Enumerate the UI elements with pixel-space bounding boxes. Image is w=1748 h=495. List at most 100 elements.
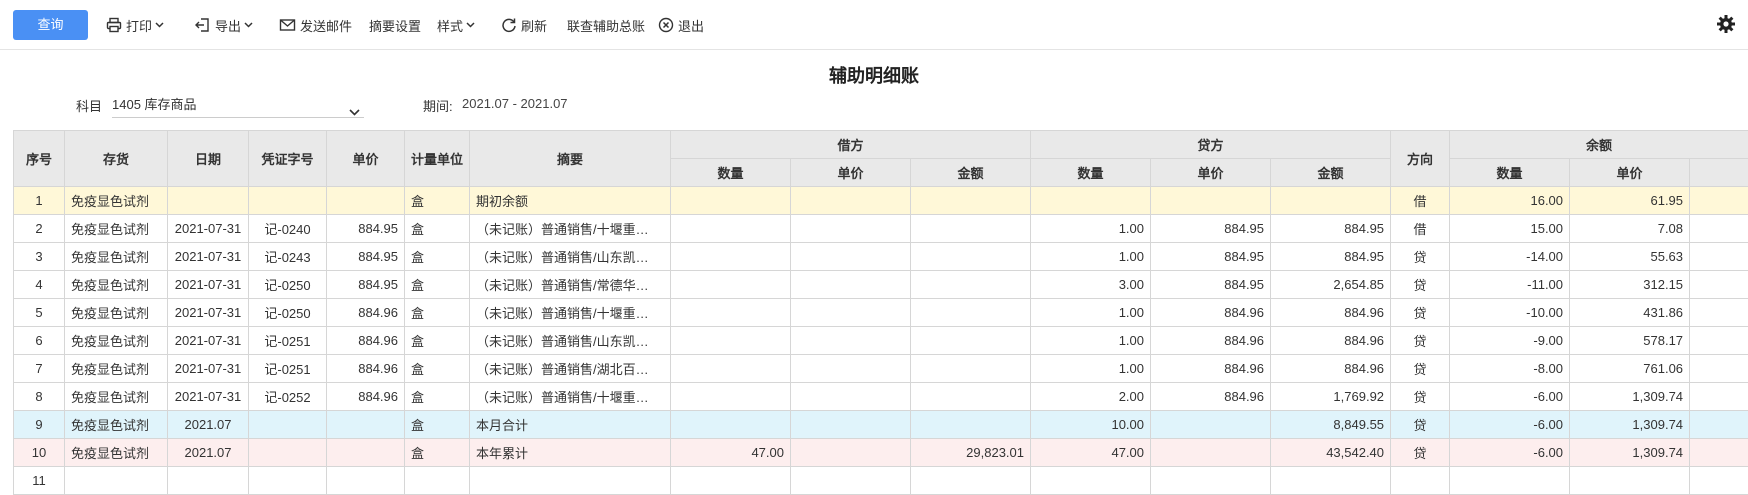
header-credit-amount[interactable]: 金额 [1270,158,1392,187]
header-seq[interactable]: 序号 [13,130,65,187]
cell-balance-qty: -6.00 [1449,382,1571,411]
cell-balance-extra [1689,326,1748,355]
cell-balance-price: 1,309.74 [1569,438,1691,467]
header-unit[interactable]: 计量单位 [404,130,470,187]
chevron-down-icon [466,22,475,28]
table-row[interactable]: 11 [13,466,1748,495]
cell-balance-qty: -6.00 [1449,410,1571,439]
cell-balance-extra [1689,354,1748,383]
cell-debit-amount [909,326,1032,355]
header-balance-qty[interactable]: 数量 [1449,158,1571,187]
refresh-button[interactable]: 刷新 [501,0,547,50]
table-row[interactable]: 8 免疫显色试剂 2021-07-31 记-0252 884.96 盒（未记账）普通销售/… [13,382,1748,411]
cell-balance-price: 578.17 [1569,326,1691,355]
cell-date: 2021-07-31 [167,354,249,383]
header-debit-price[interactable]: 单价 [790,158,911,187]
cell-credit-qty: 47.00 [1030,438,1152,467]
style-menu[interactable]: 样式 [437,0,475,50]
cell-voucher[interactable]: 记-0250 [248,298,327,327]
exit-button[interactable]: 退出 [658,0,704,50]
cell-voucher[interactable]: 记-0251 [248,326,327,355]
header-unit-price[interactable]: 单价 [326,130,405,187]
table-row[interactable]: 5 免疫显色试剂 2021-07-31 记-0250 884.96 盒（未记账）普通销售/… [13,298,1748,327]
export-menu[interactable]: 导出 [195,0,253,50]
cell-inventory: 免疫显色试剂 [64,354,168,383]
chevron-down-icon [244,22,253,28]
header-inventory[interactable]: 存货 [64,130,168,187]
cell-voucher[interactable]: 记-0240 [248,214,327,243]
table-row[interactable]: 6 免疫显色试剂 2021-07-31 记-0251 884.96 盒（未记账）普通销售/… [13,326,1748,355]
cell-voucher[interactable]: 记-0250 [248,270,327,299]
cell-inventory: 免疫显色试剂 [64,214,168,243]
cell-unit: 盒 [404,270,470,299]
cell-debit-price [790,354,911,383]
refresh-label: 刷新 [521,18,548,34]
cell-debit-qty [670,466,791,495]
cell-inventory: 免疫显色试剂 [64,326,168,355]
cell-balance-qty [1449,466,1571,495]
cell-seq: 8 [13,382,65,411]
print-menu[interactable]: 打印 [106,0,164,50]
table-row[interactable]: 1 免疫显色试剂 盒期初余额 借 16.00 61.95 [13,186,1748,215]
period-label: 期间: [423,99,453,114]
page-title: 辅助明细账 [829,66,919,86]
cell-balance-price: 61.95 [1569,186,1691,215]
cell-voucher[interactable]: 记-0252 [248,382,327,411]
gear-icon[interactable] [1716,14,1736,37]
cell-inventory [64,466,168,495]
cell-debit-qty [670,242,791,271]
header-balance-price[interactable]: 单价 [1569,158,1691,187]
table-row[interactable]: 4 免疫显色试剂 2021-07-31 记-0250 884.95 盒（未记账）普通销售/… [13,270,1748,299]
cell-voucher[interactable]: 记-0243 [248,242,327,271]
linked-query-button[interactable]: 联查辅助总账 [567,0,645,50]
cell-date: 2021.07 [167,438,249,467]
cell-balance-price: 7.08 [1569,214,1691,243]
table-row[interactable]: 2 免疫显色试剂 2021-07-31 记-0240 884.95 盒（未记账）普通销售/… [13,214,1748,243]
table-row[interactable]: 10 免疫显色试剂 2021.07 盒本年累计 47.00 29,823.01 47.00 4… [13,438,1748,467]
cell-credit-price [1150,410,1272,439]
cell-debit-qty [670,270,791,299]
cell-date: 2021-07-31 [167,382,249,411]
cell-credit-qty: 1.00 [1030,214,1152,243]
cell-debit-amount [909,214,1032,243]
cell-unit-price: 884.95 [326,242,405,271]
header-date[interactable]: 日期 [167,130,249,187]
cell-summary: （未记账）普通销售/十堰重… [469,214,671,243]
table-row[interactable]: 9 免疫显色试剂 2021.07 盒本月合计 10.00 8,849.55 贷 -6.00 1,… [13,410,1748,439]
table-row[interactable]: 3 免疫显色试剂 2021-07-31 记-0243 884.95 盒（未记账）普通销售/… [13,242,1748,271]
cell-debit-price [790,326,911,355]
cell-unit: 盒 [404,326,470,355]
cell-debit-amount [909,466,1032,495]
header-debit-qty[interactable]: 数量 [670,158,791,187]
cell-credit-price: 884.95 [1150,214,1272,243]
cell-balance-extra [1689,242,1748,271]
header-credit-qty[interactable]: 数量 [1030,158,1152,187]
cell-balance-price: 55.63 [1569,242,1691,271]
header-voucher[interactable]: 凭证字号 [248,130,327,187]
cell-summary: 本年累计 [469,438,671,467]
cell-debit-amount [909,382,1032,411]
refresh-icon [501,17,517,33]
cell-unit-price: 884.96 [326,298,405,327]
mail-icon [279,17,296,33]
cell-balance-price: 431.86 [1569,298,1691,327]
cell-inventory: 免疫显色试剂 [64,298,168,327]
cell-unit-price: 884.96 [326,354,405,383]
cell-seq: 11 [13,466,65,495]
table-row[interactable]: 7 免疫显色试剂 2021-07-31 记-0251 884.96 盒（未记账）普通销售/… [13,354,1748,383]
subject-select[interactable]: 1405 库存商品 [112,92,364,118]
cell-voucher[interactable]: 记-0251 [248,354,327,383]
query-button[interactable]: 查询 [13,10,88,40]
header-direction[interactable]: 方向 [1390,130,1451,187]
cell-debit-qty [670,214,791,243]
summary-settings-button[interactable]: 摘要设置 [369,0,421,50]
cell-date: 2021.07 [167,410,249,439]
send-mail-button[interactable]: 发送邮件 [279,0,352,50]
header-debit-amount[interactable]: 金额 [909,158,1032,187]
cell-summary: （未记账）普通销售/常德华… [469,270,671,299]
style-label: 样式 [437,18,464,34]
cell-balance-price: 312.15 [1569,270,1691,299]
cell-debit-amount [909,186,1032,215]
header-summary[interactable]: 摘要 [469,130,671,187]
header-credit-price[interactable]: 单价 [1150,158,1272,187]
